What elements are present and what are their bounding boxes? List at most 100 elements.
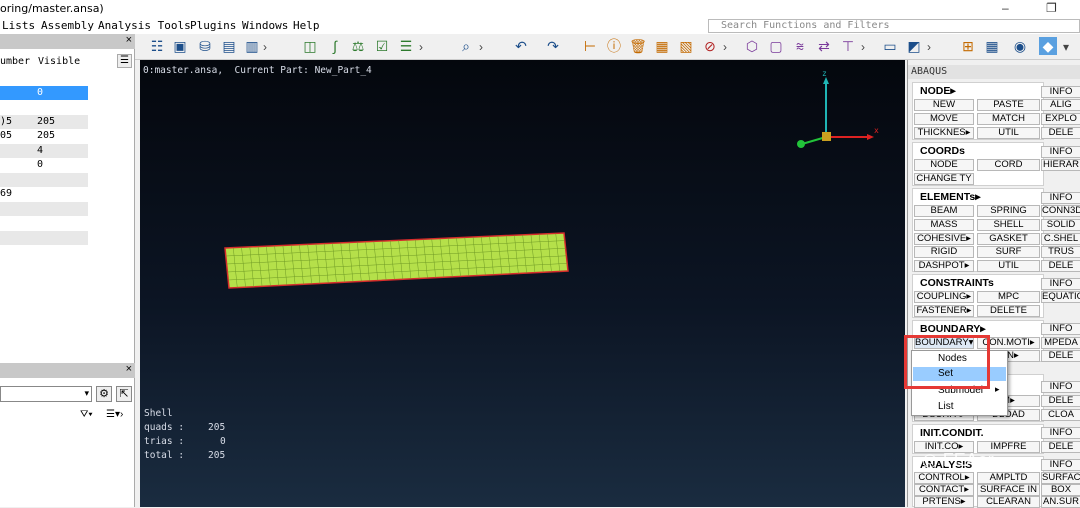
node-explode-button[interactable]: EXPLO xyxy=(1041,113,1080,125)
elements-solid-button[interactable]: SOLID xyxy=(1041,219,1080,231)
elements-gasket-button[interactable]: GASKET xyxy=(977,233,1040,245)
filter-icon[interactable]: ⛛▾ xyxy=(80,409,104,423)
box-icon[interactable]: ▢ xyxy=(767,37,785,55)
analysis-prtens-button[interactable]: PRTENS▸ xyxy=(914,496,974,508)
properties-icon[interactable]: ▤ xyxy=(220,37,238,55)
menu-item-list[interactable]: List xyxy=(913,400,1006,414)
elements-cohesive-button[interactable]: COHESIVE▸ xyxy=(914,233,974,245)
elements-conn3d-button[interactable]: CONN3D xyxy=(1041,205,1080,217)
elements-header[interactable]: ELEMENTs▸ xyxy=(920,191,981,203)
constraints-mpc-button[interactable]: MPC xyxy=(977,291,1040,303)
hierarchy-icon[interactable]: ☷ xyxy=(148,37,166,55)
color-icon[interactable]: ◩ xyxy=(905,37,923,55)
constraints-fastener-button[interactable]: FASTENER▸ xyxy=(914,305,974,317)
view-dropdown-icon[interactable]: ▾ xyxy=(1063,38,1071,56)
analysis-contact-button[interactable]: CONTACT▸ xyxy=(914,484,974,496)
maximize-button[interactable]: ❐ xyxy=(1046,1,1057,15)
node-header[interactable]: NODE▸ xyxy=(920,85,956,97)
node-util-button[interactable]: UTIL xyxy=(977,127,1040,139)
database-icon[interactable]: ⛁ xyxy=(196,37,214,55)
init-info-button[interactable]: INFO xyxy=(1041,427,1080,439)
elements-mass-button[interactable]: MASS xyxy=(914,219,974,231)
report-icon[interactable]: ☰ xyxy=(397,37,415,55)
transfer-icon[interactable]: ⇄ xyxy=(815,37,833,55)
minimize-button[interactable]: – xyxy=(1002,1,1009,15)
camera-icon[interactable]: ◉ xyxy=(1011,37,1029,55)
menu-analysis-tools[interactable]: Analysis Tools xyxy=(98,19,191,32)
toolbar-more-icon[interactable]: › xyxy=(419,38,427,56)
elements-delete-button[interactable]: DELE xyxy=(1041,260,1080,272)
elements-info-button[interactable]: INFO xyxy=(1041,192,1080,204)
curve-icon[interactable]: ∫ xyxy=(326,37,344,55)
col-number[interactable]: umber xyxy=(0,56,30,67)
analysis-surface-interaction-button[interactable]: SURFACE IN xyxy=(977,484,1040,496)
node-match-button[interactable]: MATCH xyxy=(977,113,1040,125)
table-row[interactable]: 0 xyxy=(0,158,88,172)
constraints-delete-button[interactable]: DELETE xyxy=(977,305,1040,317)
menu-assembly[interactable]: Assembly xyxy=(41,19,94,32)
analysis-clearance-button[interactable]: CLEARAN xyxy=(977,496,1040,508)
toolbar-more-icon[interactable]: › xyxy=(479,38,487,56)
elements-spring-button[interactable]: SPRING xyxy=(977,205,1040,217)
mesh-plate[interactable] xyxy=(224,232,569,289)
delete-icon[interactable]: 🗑 xyxy=(629,37,647,55)
balance-icon[interactable]: ⚖ xyxy=(349,37,367,55)
elements-dashpot-button[interactable]: DASHPOT▸ xyxy=(914,260,974,272)
elements-beam-button[interactable]: BEAM xyxy=(914,205,974,217)
undo-icon[interactable]: ↶ xyxy=(512,37,530,55)
analysis-surface-button[interactable]: SURFAC xyxy=(1041,472,1080,484)
elements-shell-button[interactable]: SHELL xyxy=(977,219,1040,231)
cursor-icon[interactable]: ⇱ xyxy=(116,386,132,402)
elements-surf-button[interactable]: SURF xyxy=(977,246,1040,258)
table-row[interactable]: )5 205 xyxy=(0,115,88,129)
node-thickness-button[interactable]: THICKNES▸ xyxy=(914,127,974,139)
loads-cload-button[interactable]: CLOA xyxy=(1041,409,1080,421)
coords-info-button[interactable]: INFO xyxy=(1041,146,1080,158)
menu-help[interactable]: Help xyxy=(293,19,320,32)
elements-util-button[interactable]: UTIL xyxy=(977,260,1040,272)
table-row[interactable] xyxy=(0,231,88,245)
node-delete-button[interactable]: DELE xyxy=(1041,127,1080,139)
toolbar-more-icon[interactable]: › xyxy=(723,38,731,56)
analysis-box-button[interactable]: BOX xyxy=(1041,484,1080,496)
measure-icon[interactable]: ⊢ xyxy=(581,37,599,55)
init-delete-button[interactable]: DELE xyxy=(1041,441,1080,453)
boundary-delete-button[interactable]: DELE xyxy=(1041,350,1080,362)
toolbar-more-icon[interactable]: › xyxy=(861,38,869,56)
boundary-header[interactable]: BOUNDARY▸ xyxy=(920,323,986,335)
check-icon[interactable]: ☑ xyxy=(373,37,391,55)
redo-icon[interactable]: ↷ xyxy=(544,37,562,55)
table-row[interactable]: 4 xyxy=(0,144,88,158)
geometry-icon[interactable]: ⬡ xyxy=(743,37,761,55)
list-options-icon[interactable]: ☰▾› xyxy=(106,409,134,423)
analysis-amplitude-button[interactable]: AMPLTD xyxy=(977,472,1040,484)
table-row[interactable] xyxy=(0,202,88,216)
menu-plugins[interactable]: Plugins xyxy=(190,19,236,32)
menu-lists[interactable]: Lists xyxy=(2,19,35,32)
table-edit-icon[interactable]: ▧ xyxy=(677,37,695,55)
search-input[interactable]: Search Functions and Filters xyxy=(708,19,1080,33)
table-row[interactable] xyxy=(0,100,88,114)
coords-node-button[interactable]: NODE xyxy=(914,159,974,171)
table-icon[interactable]: ▦ xyxy=(653,37,671,55)
grid-dropdown-icon[interactable]: ▦ xyxy=(983,37,1001,55)
table-row[interactable]: 0 xyxy=(0,86,88,100)
node-new-button[interactable]: NEW xyxy=(914,99,974,111)
view-mode-icon[interactable]: ◆ xyxy=(1039,37,1057,55)
close-icon[interactable]: × xyxy=(126,363,132,375)
zoom-icon[interactable]: ⌕ xyxy=(457,37,475,55)
pin-icon[interactable]: ⊤ xyxy=(839,37,857,55)
gear-icon[interactable]: ⚙ xyxy=(96,386,112,402)
elements-truss-button[interactable]: TRUS xyxy=(1041,246,1080,258)
analysis-control-button[interactable]: CONTROL▸ xyxy=(914,472,974,484)
toolbar-more-icon[interactable]: › xyxy=(263,38,271,56)
constraints-equation-button[interactable]: EQUATIO xyxy=(1041,291,1080,303)
spring-icon[interactable]: ⩬ xyxy=(791,37,809,55)
columns-menu-icon[interactable]: ☰ xyxy=(117,54,132,68)
coords-change-type-button[interactable]: CHANGE TY xyxy=(914,173,974,185)
analysis-info-button[interactable]: INFO xyxy=(1041,459,1080,471)
node-info-button[interactable]: INFO xyxy=(1041,86,1080,98)
table-row[interactable]: 05 205 xyxy=(0,129,88,143)
menu-windows[interactable]: Windows xyxy=(242,19,288,32)
elements-cshell-button[interactable]: C.SHEL xyxy=(1041,233,1080,245)
